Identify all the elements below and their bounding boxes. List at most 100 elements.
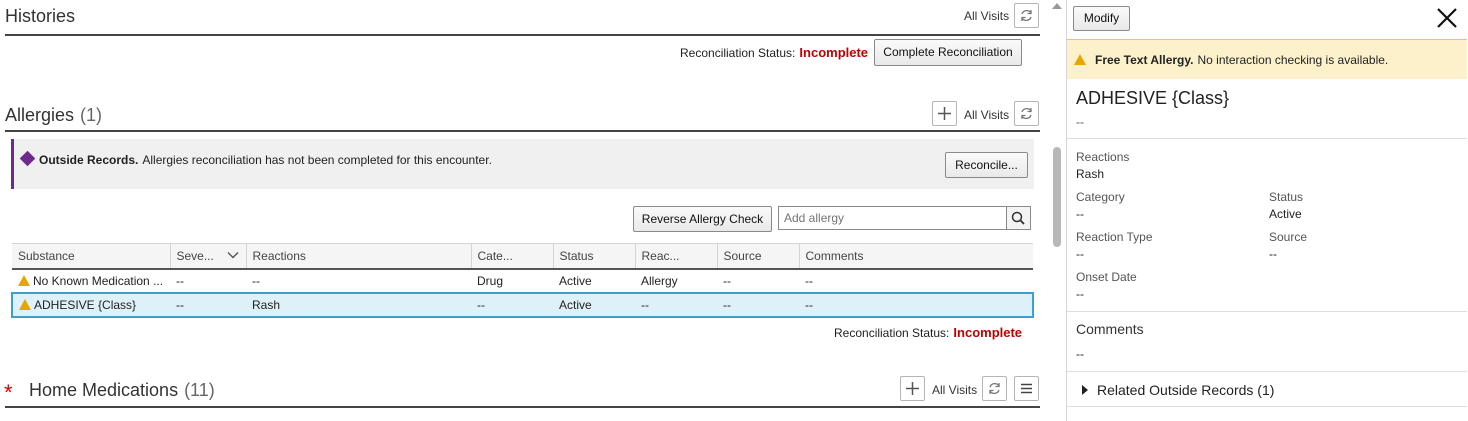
column-header-status[interactable]: Status xyxy=(553,243,636,270)
reactions-value: Rash xyxy=(1076,167,1105,181)
close-icon[interactable] xyxy=(1435,6,1459,30)
warning-icon xyxy=(1074,54,1086,65)
main-scrollbar[interactable] xyxy=(1050,0,1064,421)
allergy-search-button[interactable] xyxy=(1006,206,1031,230)
refresh-icon xyxy=(989,382,1000,395)
cell-category: -- xyxy=(471,291,553,318)
table-header-row: Substance Seve... Reactions Cate... Stat… xyxy=(12,243,1033,270)
column-header-reactions[interactable]: Reactions xyxy=(246,243,472,270)
menu-icon xyxy=(1021,383,1032,394)
cell-substance-text: ADHESIVE {Class} xyxy=(34,297,137,312)
cell-comments: -- xyxy=(799,291,1034,318)
allergies-all-visits[interactable]: All Visits xyxy=(964,108,1009,122)
detail-toolbar: Modify xyxy=(1067,0,1468,38)
free-text-alert-bold: Free Text Allergy. xyxy=(1095,53,1194,67)
comments-label: Comments xyxy=(1076,321,1144,337)
home-medications-title-text: Home Medications xyxy=(29,380,179,400)
onset-date-value: -- xyxy=(1076,287,1084,301)
histories-refresh-button[interactable] xyxy=(1014,3,1039,28)
comments-value: -- xyxy=(1076,347,1084,361)
main-panel: Histories All Visits Reconciliation Stat… xyxy=(0,0,1046,421)
column-header-severity-label: Seve... xyxy=(176,248,214,263)
home-medications-all-visits[interactable]: All Visits xyxy=(932,383,977,397)
cell-substance-text: No Known Medication ... xyxy=(33,273,164,288)
home-medications-title: Home Medications (11) xyxy=(29,380,215,401)
cell-reactions: -- xyxy=(252,273,260,288)
home-medications-refresh-button[interactable] xyxy=(982,376,1007,401)
cell-reaction-type: Allergy xyxy=(641,273,678,288)
detail-divider xyxy=(1067,371,1467,372)
outside-records-banner: Outside Records. Allergies reconciliation… xyxy=(11,139,1034,189)
cell-comments: -- xyxy=(805,273,813,288)
allergies-divider xyxy=(5,130,1040,132)
cell-reactions: Rash xyxy=(246,291,471,318)
refresh-icon xyxy=(1021,107,1032,120)
outside-records-bold: Outside Records. xyxy=(39,153,139,167)
scroll-up-arrow-icon[interactable] xyxy=(1052,3,1062,9)
plus-icon xyxy=(906,382,919,395)
allergies-reconciliation-label: Reconciliation Status: xyxy=(834,326,950,340)
onset-date-label: Onset Date xyxy=(1076,270,1137,284)
source-value: -- xyxy=(1269,247,1277,261)
histories-all-visits[interactable]: All Visits xyxy=(964,9,1009,23)
status-label: Status xyxy=(1269,190,1304,204)
reactions-label: Reactions xyxy=(1076,150,1130,164)
column-header-substance[interactable]: Substance xyxy=(12,243,171,270)
free-text-alert: Free Text Allergy. No interaction checkin… xyxy=(1067,39,1467,79)
warning-icon xyxy=(19,298,31,310)
detail-divider xyxy=(1067,138,1467,139)
plus-icon xyxy=(938,107,951,120)
histories-title-text: Histories xyxy=(5,6,76,26)
category-value: -- xyxy=(1076,207,1084,221)
related-outside-records-label: Related Outside Records (1) xyxy=(1097,382,1275,398)
reverse-allergy-check-button[interactable]: Reverse Allergy Check xyxy=(633,206,772,232)
cell-substance: ADHESIVE {Class} xyxy=(11,291,170,318)
source-label: Source xyxy=(1269,230,1308,244)
allergy-detail-panel: Modify Free Text Allergy. No interaction … xyxy=(1066,0,1468,421)
home-medications-divider xyxy=(5,406,1040,408)
add-home-medication-button[interactable] xyxy=(900,376,925,401)
outside-records-text: Allergies reconciliation has not been co… xyxy=(142,153,492,167)
table-row[interactable]: No Known Medication ... -- -- Drug Activ… xyxy=(12,269,1033,293)
add-allergy-button[interactable] xyxy=(932,101,957,126)
complete-reconciliation-button[interactable]: Complete Reconciliation xyxy=(874,39,1022,66)
reaction-type-label: Reaction Type xyxy=(1076,230,1153,244)
cell-status: Active xyxy=(553,291,635,318)
allergies-reconciliation-status: Reconciliation Status: Incomplete xyxy=(834,325,1022,340)
diamond-icon xyxy=(19,150,36,167)
histories-reconciliation-value: Incomplete xyxy=(799,45,869,60)
cell-reaction-type: -- xyxy=(635,291,717,318)
search-icon xyxy=(1011,211,1025,225)
home-medications-menu-button[interactable] xyxy=(1014,376,1039,401)
column-header-comments[interactable]: Comments xyxy=(799,243,1033,270)
reconcile-button[interactable]: Reconcile... xyxy=(945,152,1028,178)
cell-category: Drug xyxy=(477,273,504,288)
histories-reconciliation-status: Reconciliation Status: Incomplete xyxy=(680,45,868,60)
allergies-title: Allergies (1) xyxy=(5,105,102,126)
detail-divider xyxy=(1067,311,1467,312)
detail-title: ADHESIVE {Class} xyxy=(1076,88,1230,108)
column-header-source[interactable]: Source xyxy=(717,243,800,270)
histories-reconciliation-label: Reconciliation Status: xyxy=(680,46,796,60)
detail-subtitle: -- xyxy=(1076,115,1084,129)
table-row-selected[interactable]: ADHESIVE {Class} -- Rash -- Active -- --… xyxy=(11,291,1034,318)
related-outside-records-toggle[interactable]: Related Outside Records (1) xyxy=(1082,382,1274,398)
column-header-severity[interactable]: Seve... xyxy=(170,243,247,270)
cell-substance: No Known Medication ... xyxy=(12,269,170,293)
add-allergy-input[interactable] xyxy=(778,206,1007,230)
modify-button[interactable]: Modify xyxy=(1073,6,1130,31)
reaction-type-value: -- xyxy=(1076,247,1084,261)
chevron-down-icon xyxy=(227,251,239,259)
outside-records-message: Outside Records. Allergies reconciliation… xyxy=(39,153,492,167)
cell-severity: -- xyxy=(176,273,184,288)
column-header-reaction-type[interactable]: Reac... xyxy=(635,243,718,270)
histories-divider xyxy=(5,34,1040,36)
cell-status: Active xyxy=(559,273,592,288)
column-header-category[interactable]: Cate... xyxy=(471,243,554,270)
scrollbar-thumb[interactable] xyxy=(1053,147,1061,247)
cell-source: -- xyxy=(723,273,731,288)
warning-icon xyxy=(18,274,30,286)
allergies-refresh-button[interactable] xyxy=(1014,101,1039,126)
home-medications-count: (11) xyxy=(184,380,215,400)
free-text-alert-message: Free Text Allergy. No interaction checkin… xyxy=(1095,53,1388,67)
